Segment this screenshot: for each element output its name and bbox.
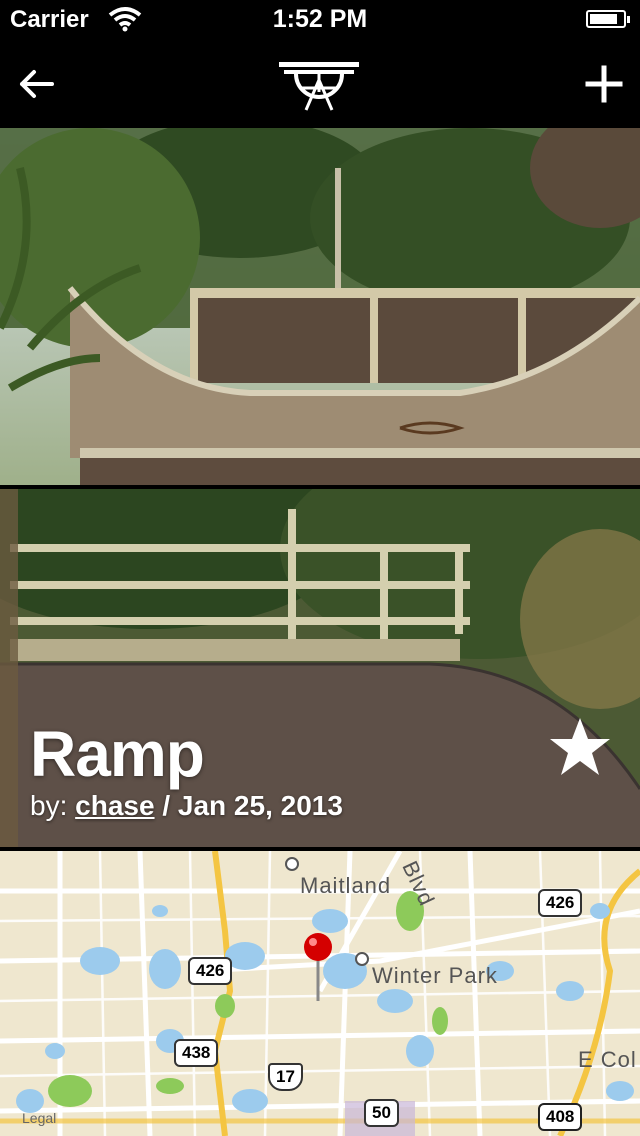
status-bar: Carrier 1:52 PM <box>0 0 640 40</box>
spot-title: Ramp <box>30 718 205 790</box>
spot-byline: by: chase / Jan 25, 2013 <box>30 790 343 822</box>
byline-separator: / <box>162 790 171 821</box>
map-label-maitland: Maitland <box>300 873 392 898</box>
route-shield-50: 50 <box>364 1099 399 1127</box>
route-shield-438: 438 <box>174 1039 219 1067</box>
navigation-bar <box>0 40 640 128</box>
battery-icon <box>586 10 630 28</box>
map-pin-icon[interactable] <box>300 931 336 1003</box>
halfpipe-image <box>0 128 640 485</box>
spot-caption: Ramp by: chase / Jan 25, 2013 <box>30 718 343 822</box>
map-label-winter-park: Winter Park <box>372 963 498 988</box>
by-label: by: <box>30 790 68 821</box>
clock: 1:52 PM <box>272 5 368 33</box>
route-shield-17: 17 <box>268 1063 303 1091</box>
route-shield-408: 408 <box>538 1103 583 1131</box>
route-shield-426-east: 426 <box>538 889 583 917</box>
author-link[interactable]: chase <box>75 790 154 821</box>
route-shield-426-west: 426 <box>188 957 233 985</box>
spot-photo-halfpipe[interactable] <box>0 128 640 485</box>
location-map[interactable]: Maitland Winter Park Blvd E Col 426 426 … <box>0 851 640 1136</box>
map-legal-link[interactable]: Legal <box>22 1110 56 1126</box>
ramp-logo-icon <box>279 62 359 111</box>
post-date: Jan 25, 2013 <box>177 790 343 821</box>
map-label-e-col: E Col <box>578 1047 637 1072</box>
add-plus-icon[interactable] <box>582 62 626 106</box>
back-arrow-icon[interactable] <box>14 62 58 106</box>
favorite-star-icon[interactable] <box>548 715 612 779</box>
